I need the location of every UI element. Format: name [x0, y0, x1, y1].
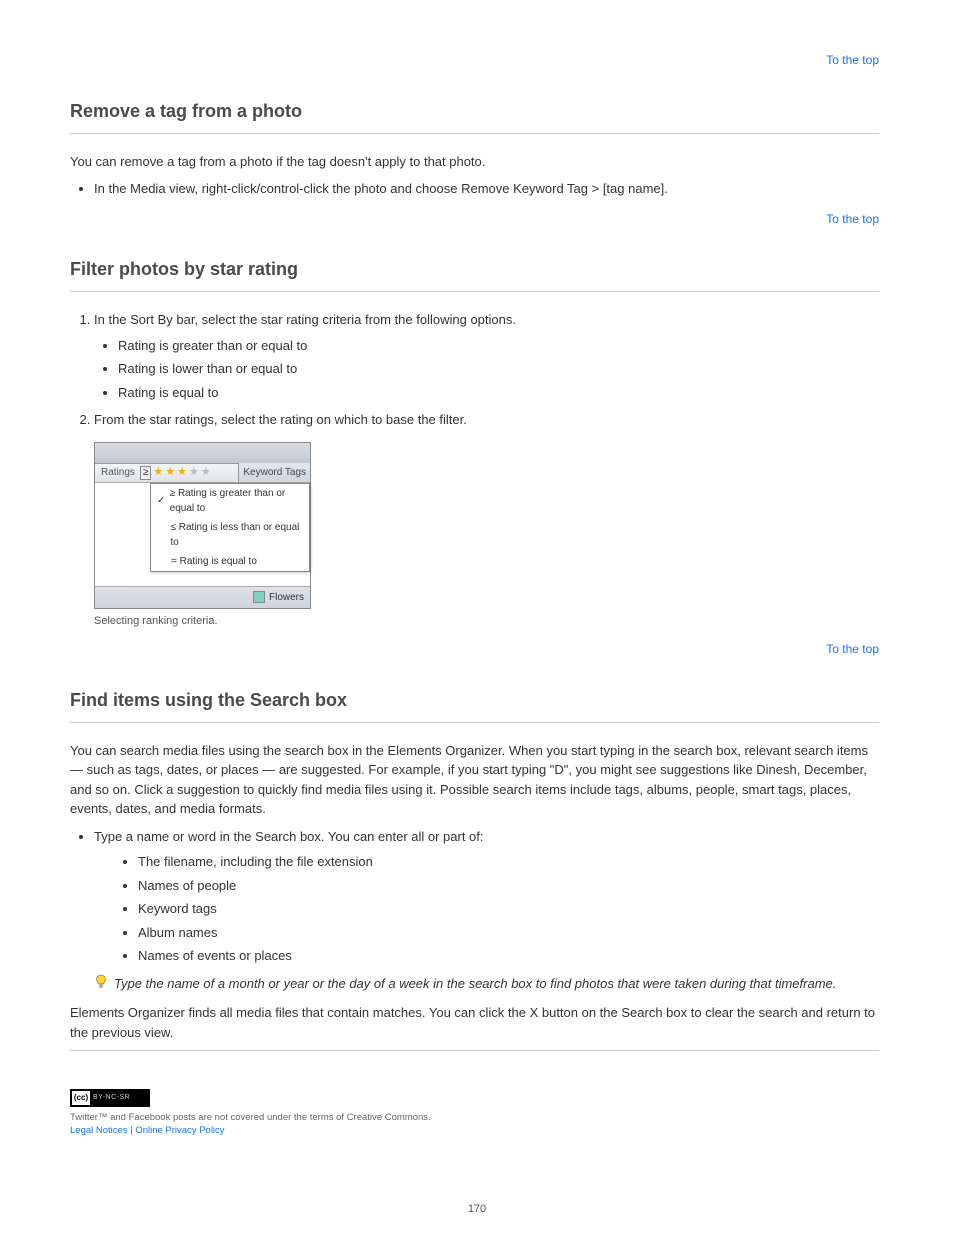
divider [70, 1050, 879, 1051]
ratings-dropdown: ✓ ≥ Rating is greater than or equal to ≤… [150, 483, 310, 572]
operator-button[interactable]: ≥ [140, 466, 152, 480]
lightbulb-icon [94, 974, 108, 996]
dropdown-option[interactable]: = Rating is equal to [151, 552, 309, 571]
tag-swatch-icon [253, 591, 265, 603]
privacy-policy-link[interactable]: Online Privacy Policy [135, 1125, 224, 1136]
dropdown-option[interactable]: ≤ Rating is less than or equal to [151, 518, 309, 552]
filter-substep: Rating is lower than or equal to [118, 359, 879, 379]
tag-item-label: Flowers [269, 590, 304, 605]
divider [70, 722, 879, 723]
star-icon[interactable]: ★ [189, 464, 199, 481]
divider [70, 291, 879, 292]
remove-intro: You can remove a tag from a photo if the… [70, 152, 879, 172]
ratings-filter-figure: Ratings ≥ ★ ★ ★ ★ ★ Keyword Tags ✓ ≥ Rat… [94, 442, 311, 609]
dropdown-option[interactable]: ✓ ≥ Rating is greater than or equal to [151, 484, 309, 518]
to-top-link[interactable]: To the top [826, 53, 879, 67]
star-icon[interactable]: ★ [177, 464, 187, 481]
find-para3: Elements Organizer finds all media files… [70, 1003, 879, 1042]
filter-substep: Rating is equal to [118, 383, 879, 403]
legal-text: Twitter™ and Facebook posts are not cove… [70, 1111, 879, 1138]
keyword-tags-label: Keyword Tags [238, 463, 310, 482]
find-subbullet: Keyword tags [138, 899, 879, 919]
check-icon: ✓ [157, 493, 166, 508]
figure-caption: Selecting ranking criteria. [94, 613, 879, 630]
filter-step-2: From the star ratings, select the rating… [94, 410, 879, 430]
remove-bullet: In the Media view, right-click/control-c… [94, 179, 879, 199]
section-title-find: Find items using the Search box [70, 687, 879, 714]
to-top-link[interactable]: To the top [826, 212, 879, 226]
cc-license-badge: (cc) BY-NC-SR [70, 1089, 150, 1107]
ratings-label: Ratings [98, 465, 138, 480]
section-title-filter: Filter photos by star rating [70, 256, 879, 283]
find-step-main: Type a name or word in the Search box. Y… [94, 827, 879, 966]
star-icon[interactable]: ★ [165, 464, 175, 481]
to-top-link[interactable]: To the top [826, 642, 879, 656]
section-title-remove: Remove a tag from a photo [70, 98, 879, 125]
tip-text: Type the name of a month or year or the … [114, 974, 836, 994]
legal-notices-link[interactable]: Legal Notices [70, 1125, 128, 1136]
filter-step-1: In the Sort By bar, select the star rati… [94, 310, 879, 402]
find-subbullet: The filename, including the file extensi… [138, 852, 879, 872]
filter-substep: Rating is greater than or equal to [118, 336, 879, 356]
star-icon[interactable]: ★ [153, 464, 163, 481]
star-icon[interactable]: ★ [201, 464, 211, 481]
find-subbullet: Album names [138, 923, 879, 943]
find-subbullet: Names of events or places [138, 946, 879, 966]
divider [70, 133, 879, 134]
page-number: 170 [0, 1201, 954, 1218]
find-subbullet: Names of people [138, 876, 879, 896]
find-para1: You can search media files using the sea… [70, 741, 879, 819]
